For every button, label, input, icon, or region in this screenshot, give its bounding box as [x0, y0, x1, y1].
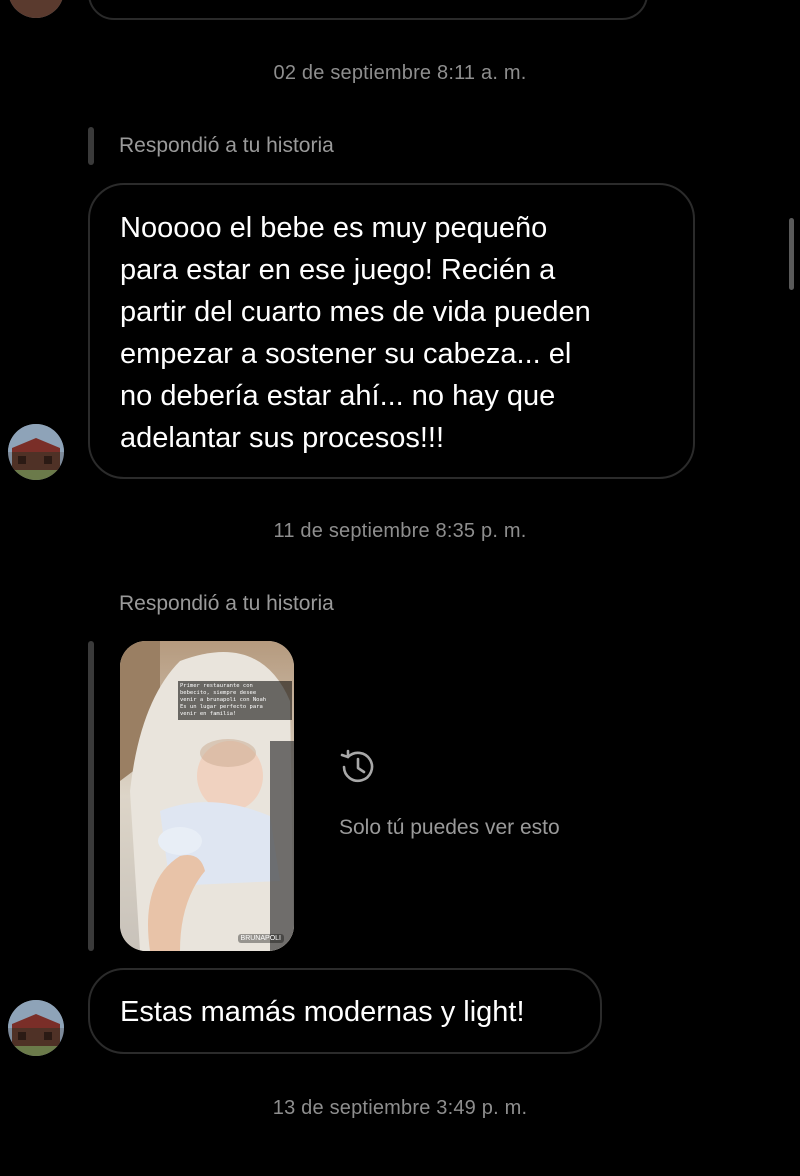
- message-line: no debería estar ahí... no hay que: [120, 380, 556, 412]
- story-handle: BRUNAPOLI: [237, 934, 284, 943]
- private-story-notice: Solo tú puedes ver esto: [339, 816, 560, 839]
- story-caption-line: venir a brunapoli con Noah: [180, 697, 267, 703]
- message-bubble[interactable]: Nooooo el bebe es muy pequeño para estar…: [88, 183, 695, 479]
- history-icon: [338, 747, 378, 787]
- timestamp: 02 de septiembre 8:11 a. m.: [273, 62, 527, 84]
- reply-indicator-bar: [88, 641, 94, 951]
- message-line: empezar a sostener su cabeza... el: [120, 338, 572, 370]
- message-line: para estar en ese juego! Recién a: [120, 254, 556, 286]
- reply-indicator-bar: [88, 127, 94, 165]
- timestamp: 13 de septiembre 3:49 p. m.: [272, 1097, 528, 1119]
- avatar[interactable]: [8, 1000, 64, 1056]
- message-bubble[interactable]: Estas mamás modernas y light!: [88, 968, 602, 1054]
- story-caption-line: Es un lugar perfecto para: [180, 704, 263, 710]
- story-caption-line: bebecito, siempre desee: [180, 690, 257, 696]
- reply-label: Respondió a tu historia: [119, 134, 334, 157]
- avatar[interactable]: [8, 0, 64, 18]
- avatar[interactable]: [8, 424, 64, 480]
- story-caption-line: Primer restaurante con: [180, 683, 253, 689]
- story-thumbnail[interactable]: Primer restaurante con bebecito, siempre…: [120, 641, 294, 951]
- story-caption-line: venir en familia!: [180, 711, 237, 717]
- message-line: Nooooo el bebe es muy pequeño: [120, 212, 548, 244]
- story-caption: Primer restaurante con bebecito, siempre…: [178, 681, 292, 720]
- message-line: adelantar sus procesos!!!: [120, 422, 445, 454]
- reply-label: Respondió a tu historia: [119, 592, 334, 615]
- scrollbar[interactable]: [789, 218, 794, 290]
- message-text: Estas mamás modernas y light!: [120, 996, 525, 1028]
- timestamp: 11 de septiembre 8:35 p. m.: [273, 520, 527, 542]
- message-line: partir del cuarto mes de vida pueden: [120, 296, 591, 328]
- previous-message-bubble[interactable]: [88, 0, 648, 20]
